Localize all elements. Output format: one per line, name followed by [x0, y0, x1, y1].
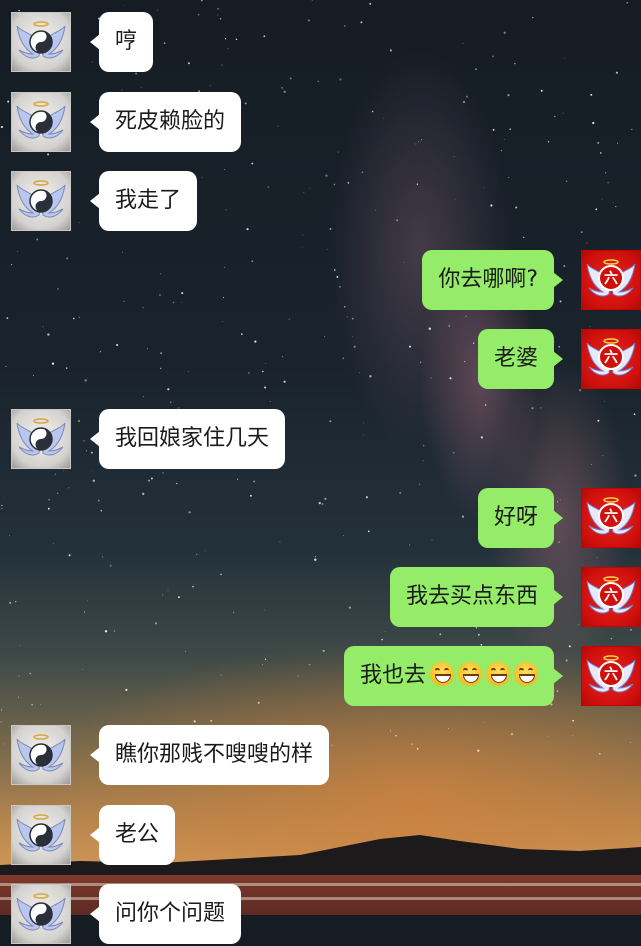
contact-avatar[interactable]	[11, 805, 71, 865]
message-row: 老公	[0, 805, 641, 867]
grinning-face-emoji-icon	[486, 662, 510, 686]
avatar-glyph: 六	[604, 349, 618, 366]
contact-avatar[interactable]	[11, 92, 71, 152]
message-bubble-received[interactable]: 我回娘家住几天	[89, 409, 286, 469]
message-text: 我也去	[359, 663, 426, 688]
winged-liu-character-avatar-icon: 六	[586, 497, 636, 535]
message-row: 我走了	[0, 171, 641, 233]
winged-liu-character-avatar-icon: 六	[586, 259, 636, 297]
winged-yin-yang-avatar-icon	[16, 21, 66, 59]
message-row: 你去哪啊? 六	[0, 250, 641, 312]
message-row: 哼	[0, 12, 641, 74]
message-bubble-received[interactable]: 问你个问题	[89, 884, 242, 944]
winged-yin-yang-avatar-icon	[16, 734, 66, 772]
winged-yin-yang-avatar-icon	[16, 893, 66, 931]
winged-yin-yang-avatar-icon	[16, 101, 66, 139]
message-bubble-received[interactable]: 哼	[89, 12, 154, 72]
message-row: 我去买点东西 六	[0, 567, 641, 629]
self-avatar[interactable]: 六	[581, 646, 641, 706]
message-row: 问你个问题	[0, 884, 641, 946]
self-avatar[interactable]: 六	[581, 488, 641, 548]
message-row: 我也去 六	[0, 646, 641, 708]
message-bubble-sent[interactable]: 我也去	[343, 646, 564, 706]
message-row: 死皮赖脸的	[0, 92, 641, 154]
contact-avatar[interactable]	[11, 171, 71, 231]
message-bubble-sent[interactable]: 你去哪啊?	[422, 250, 563, 310]
self-avatar[interactable]: 六	[581, 329, 641, 389]
winged-yin-yang-avatar-icon	[16, 180, 66, 218]
message-bubble-sent[interactable]: 好呀	[477, 488, 564, 548]
self-avatar[interactable]: 六	[581, 567, 641, 627]
winged-liu-character-avatar-icon: 六	[586, 655, 636, 693]
message-row: 瞧你那贱不嗖嗖的样	[0, 725, 641, 787]
message-row: 我回娘家住几天	[0, 409, 641, 471]
grinning-face-emoji-icon	[514, 662, 538, 686]
avatar-glyph: 六	[604, 270, 618, 287]
contact-avatar[interactable]	[11, 12, 71, 72]
winged-yin-yang-avatar-icon	[16, 418, 66, 456]
message-bubble-sent[interactable]: 我去买点东西	[389, 567, 564, 627]
winged-yin-yang-avatar-icon	[16, 814, 66, 852]
grinning-face-emoji-icon	[430, 662, 454, 686]
avatar-glyph: 六	[604, 508, 618, 525]
winged-liu-character-avatar-icon: 六	[586, 338, 636, 376]
message-bubble-received[interactable]: 我走了	[89, 171, 198, 231]
message-bubble-sent[interactable]: 老婆	[477, 329, 564, 389]
contact-avatar[interactable]	[11, 884, 71, 944]
grinning-face-emoji-icon	[458, 662, 482, 686]
self-avatar[interactable]: 六	[581, 250, 641, 310]
message-bubble-received[interactable]: 瞧你那贱不嗖嗖的样	[89, 725, 330, 785]
message-bubble-received[interactable]: 老公	[89, 805, 176, 865]
contact-avatar[interactable]	[11, 725, 71, 785]
winged-liu-character-avatar-icon: 六	[586, 576, 636, 614]
message-row: 老婆 六	[0, 329, 641, 391]
contact-avatar[interactable]	[11, 409, 71, 469]
message-bubble-received[interactable]: 死皮赖脸的	[89, 92, 242, 152]
message-row: 好呀 六	[0, 488, 641, 550]
avatar-glyph: 六	[604, 587, 618, 604]
avatar-glyph: 六	[604, 666, 618, 683]
